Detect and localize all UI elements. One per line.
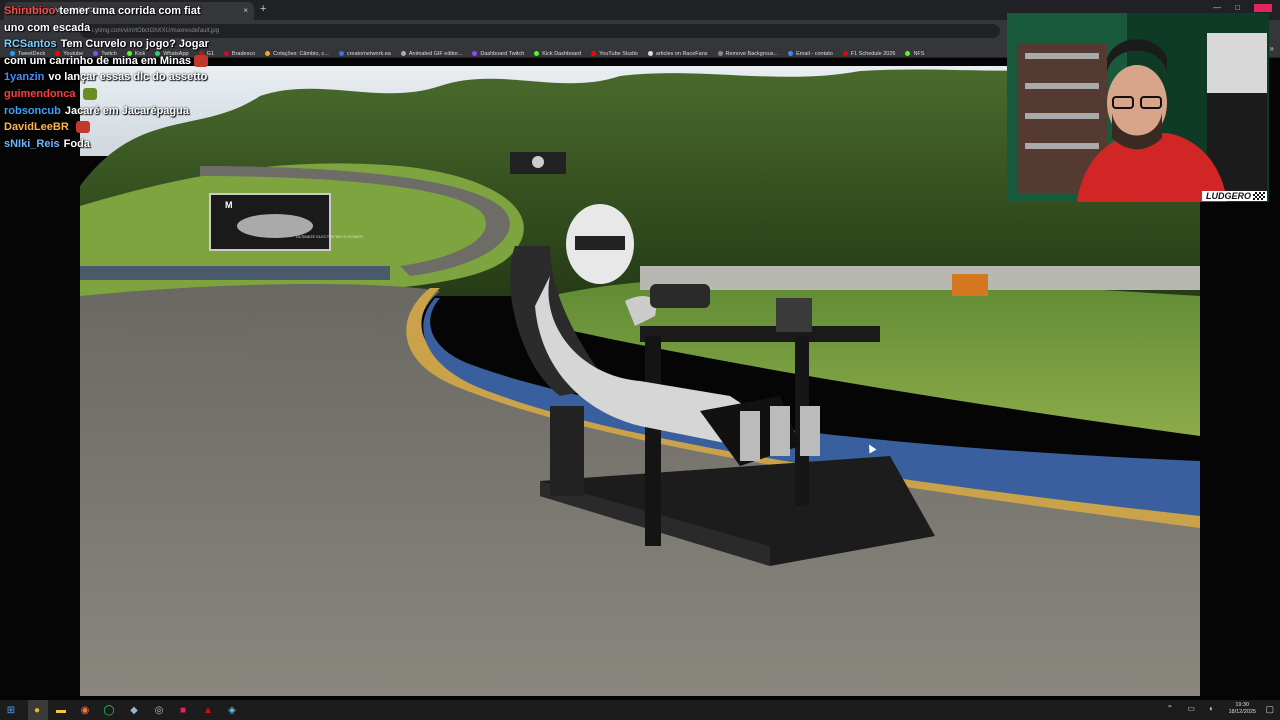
streamer-tag: LUDGERO <box>1202 191 1267 201</box>
app-icon[interactable]: ◆ <box>127 703 141 717</box>
bookmark-label: Remove Backgrous... <box>725 51 779 57</box>
bookmark-favicon-icon <box>591 51 597 57</box>
system-tray[interactable]: ⌃ ▭ ◐ <box>1166 704 1220 713</box>
taskbar: ⊞ ● ▬ ◉ ◯ ◆ ◎ ■ ▲ ◈ ⌃ ▭ ◐ 19:30 18/12/2025 ▢ <box>0 700 1280 720</box>
bookmark-item[interactable]: creatornetwork.ea <box>338 46 391 57</box>
chat-text: vo lançar essas dlc do assetto <box>48 71 208 84</box>
bookmark-label: YouTube Studio <box>599 51 638 57</box>
bookmark-favicon-icon <box>905 51 911 57</box>
bookmark-label: NFS <box>913 51 925 57</box>
bookmarks-overflow-icon[interactable]: » <box>1270 44 1274 53</box>
firefox-icon[interactable]: ◉ <box>78 703 92 717</box>
bookmark-favicon-icon <box>717 51 723 57</box>
chat-username[interactable]: sNIki_Reis <box>4 138 60 150</box>
bookmark-favicon-icon <box>400 51 406 57</box>
bookmark-label: Dashboard Twitch <box>480 51 525 57</box>
bookmark-favicon-icon <box>265 51 271 57</box>
bookmark-label: Kick Dashboard <box>542 51 582 57</box>
chat-message: DavidLeeBR <box>4 119 219 136</box>
bookmark-label: articles on RaceFans <box>655 51 708 57</box>
chat-message: sNIki_Reis Foda <box>4 136 219 153</box>
bookmark-item[interactable]: Remove Backgrous... <box>717 46 779 57</box>
bookmark-label: creatornetwork.ea <box>346 51 391 57</box>
bookmark-item[interactable]: Animated GIF editor... <box>400 46 463 57</box>
chat-emote-icon <box>82 88 97 101</box>
chat-username[interactable]: robsoncub <box>4 105 61 117</box>
chat-message: robsoncub Jacaré em Jacarépagua <box>4 103 219 120</box>
chat-message: 1yanzin vo lançar essas dlc do assetto <box>4 69 219 86</box>
bookmark-favicon-icon <box>647 51 653 57</box>
bookmark-favicon-icon <box>472 51 478 57</box>
chat-text: Foda <box>63 137 90 150</box>
chat-username[interactable]: RCSantos <box>4 38 57 50</box>
chat-username[interactable]: 1yanzin <box>4 71 44 83</box>
new-tab-icon[interactable]: + <box>260 3 266 15</box>
bookmark-favicon-icon <box>338 51 344 57</box>
stream-chat: Shirubioo temer uma corrida com fiat uno … <box>4 3 219 152</box>
chrome-icon[interactable]: ● <box>30 703 44 717</box>
chat-message: RCSantos Tem Curvelo no jogo? Jogar com u… <box>4 36 219 69</box>
chat-message: guimendonca <box>4 86 219 103</box>
app-red-icon[interactable]: ▲ <box>201 703 215 717</box>
clock-date: 18/12/2025 <box>1228 709 1256 715</box>
bookmark-item[interactable]: Cotações: Câmbio, c... <box>265 46 329 57</box>
chat-emote-icon <box>75 121 90 134</box>
bookmark-item[interactable]: articles on RaceFans <box>647 46 708 57</box>
screen: i.ytimg.com/vi/... (1280×720) × + —□ i.y… <box>0 0 1280 720</box>
bookmark-label: F1 Schedule 2026 <box>850 51 896 57</box>
chat-text: Jacaré em Jacarépagua <box>64 104 189 117</box>
bookmark-favicon-icon <box>788 51 794 57</box>
bookmark-favicon-icon <box>223 51 229 57</box>
chat-message: Shirubioo temer uma corrida com fiat uno … <box>4 3 219 36</box>
webcam-feed: LUDGERO <box>1007 13 1269 202</box>
app-pink-icon[interactable]: ■ <box>176 703 190 717</box>
window-controls: —□ <box>1213 3 1272 12</box>
bookmark-label: Email - contato <box>796 51 833 57</box>
bookmark-favicon-icon <box>842 51 848 57</box>
bookmark-item[interactable]: Dashboard Twitch <box>472 46 525 57</box>
close-window-icon[interactable] <box>1254 3 1272 12</box>
bookmark-item[interactable]: NFS <box>905 46 925 57</box>
bookmark-item[interactable]: YouTube Studio <box>591 46 638 57</box>
bookmark-item[interactable]: Email - contato <box>788 46 833 57</box>
chat-username[interactable]: guimendonca <box>4 88 76 100</box>
bookmark-favicon-icon <box>534 51 540 57</box>
billboard-brand: M <box>225 200 233 210</box>
streamer-name: LUDGERO <box>1206 191 1251 201</box>
chat-emote-icon <box>194 54 209 67</box>
chat-username[interactable]: Shirubioo <box>4 5 55 17</box>
checkered-flag-icon <box>1253 192 1265 200</box>
tab-close-icon[interactable]: × <box>243 2 248 20</box>
bookmark-item[interactable]: Bradesco <box>223 46 256 57</box>
clock-time: 19:30 <box>1235 702 1250 708</box>
obs-icon[interactable]: ◎ <box>152 703 166 717</box>
bookmark-item[interactable]: F1 Schedule 2026 <box>842 46 896 57</box>
bookmark-item[interactable]: Kick Dashboard <box>534 46 582 57</box>
file-explorer-icon[interactable]: ▬ <box>54 703 68 717</box>
right-wall <box>640 266 1200 290</box>
notification-icon[interactable]: ▢ <box>1265 704 1274 715</box>
clock[interactable]: 19:30 18/12/2025 <box>1228 702 1256 716</box>
bookmark-label: Animated GIF editor... <box>408 51 463 57</box>
maximize-icon[interactable]: □ <box>1235 3 1254 12</box>
billboard-text: ULTIMATE ELECTRIFIED M POWER <box>296 234 363 239</box>
minimize-icon[interactable]: — <box>1213 3 1235 12</box>
orange-marker <box>952 274 988 296</box>
windows-start-icon[interactable]: ⊞ <box>4 703 18 717</box>
left-barrier <box>80 266 390 280</box>
bookmark-label: Bradesco <box>231 51 256 57</box>
webcam-image <box>1007 13 1269 202</box>
chat-username[interactable]: DavidLeeBR <box>4 121 69 133</box>
steam-icon[interactable]: ◈ <box>225 703 239 717</box>
bookmark-label: Cotações: Câmbio, c... <box>273 51 329 57</box>
whatsapp-icon[interactable]: ◯ <box>102 703 116 717</box>
